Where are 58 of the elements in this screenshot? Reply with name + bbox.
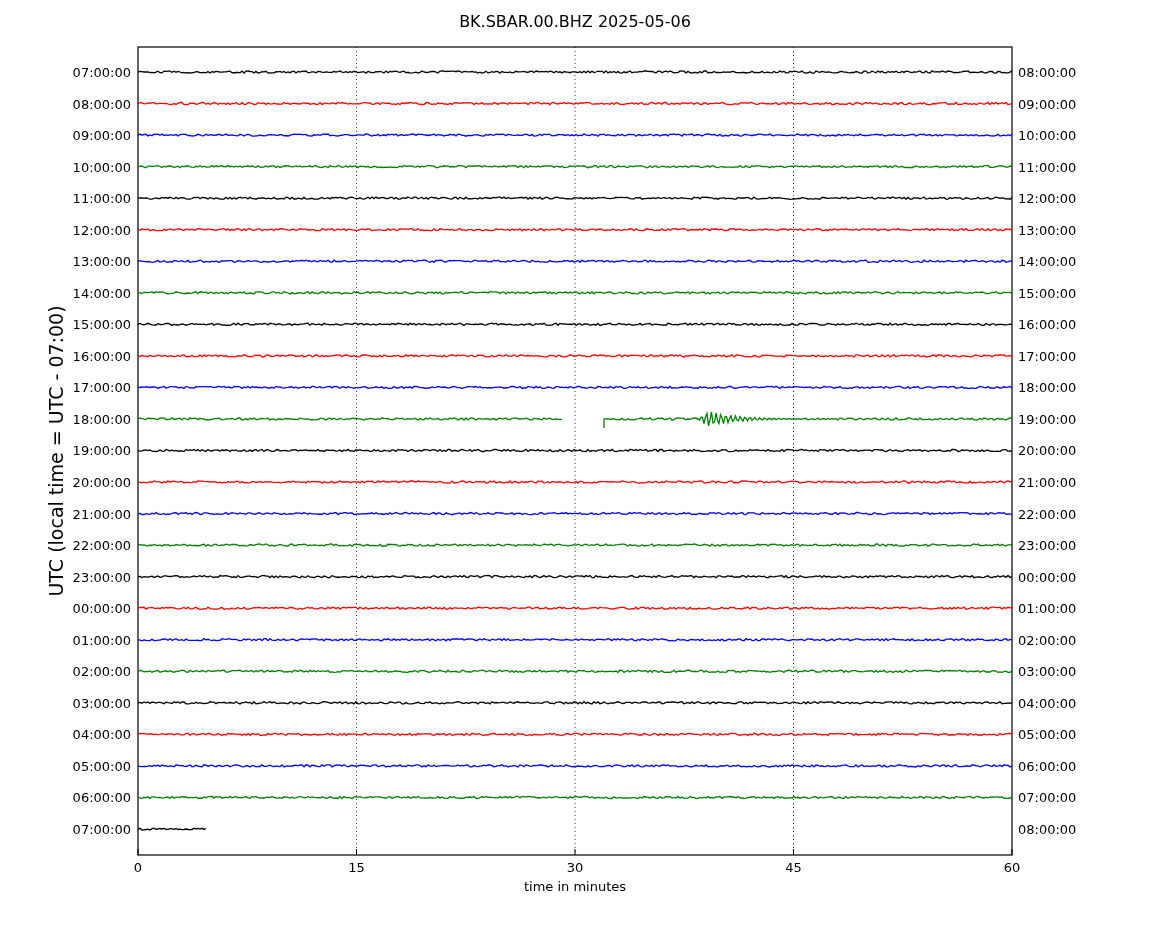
right-tick-label: 06:00:00 <box>1018 758 1077 774</box>
right-tick-label: 07:00:00 <box>1018 790 1077 806</box>
y-tick-label: 19:00:00 <box>72 443 131 459</box>
y-tick-label: 00:00:00 <box>72 601 131 617</box>
right-tick-label: 02:00:00 <box>1018 632 1077 648</box>
chart-title: BK.SBAR.00.BHZ 2025-05-06 <box>459 12 691 31</box>
right-tick-label: 19:00:00 <box>1018 411 1077 427</box>
y-axis-label: UTC (local time = UTC - 07:00) <box>45 305 67 597</box>
y-tick-label: 02:00:00 <box>72 664 131 680</box>
right-tick-label: 12:00:00 <box>1018 191 1077 207</box>
right-tick-label: 18:00:00 <box>1018 380 1077 396</box>
y-tick-label: 05:00:00 <box>72 758 131 774</box>
y-tick-label: 01:00:00 <box>72 632 131 648</box>
right-tick-label: 11:00:00 <box>1018 159 1077 175</box>
right-tick-label: 21:00:00 <box>1018 475 1077 490</box>
right-tick-label: 09:00:00 <box>1018 96 1077 112</box>
right-tick-label: 08:00:00 <box>1018 65 1077 80</box>
y-tick-label: 11:00:00 <box>72 191 131 207</box>
right-tick-label: 16:00:00 <box>1018 317 1077 333</box>
x-tick-label: 0 <box>133 860 143 875</box>
y-tick-label: 21:00:00 <box>72 506 131 522</box>
y-tick-label: 13:00:00 <box>72 254 131 270</box>
x-tick-label: 15 <box>348 860 365 875</box>
x-axis-label: time in minutes <box>523 879 627 894</box>
y-tick-label: 07:00:00 <box>72 821 131 837</box>
right-tick-label: 04:00:00 <box>1018 695 1077 711</box>
x-tick-label: 60 <box>1003 860 1021 875</box>
y-tick-label: 14:00:00 <box>72 285 131 301</box>
right-tick-label: 15:00:00 <box>1018 285 1077 301</box>
right-tick-label: 14:00:00 <box>1018 254 1077 270</box>
right-tick-label: 05:00:00 <box>1018 727 1077 743</box>
right-tick-label: 13:00:00 <box>1018 222 1077 238</box>
right-tick-label: 17:00:00 <box>1018 348 1077 364</box>
y-tick-label: 10:00:00 <box>72 159 131 175</box>
right-tick-label: 03:00:00 <box>1018 664 1077 680</box>
y-tick-label: 15:00:00 <box>72 317 131 333</box>
right-tick-label: 20:00:00 <box>1018 443 1077 459</box>
y-tick-label: 09:00:00 <box>72 128 131 144</box>
y-tick-label: 23:00:00 <box>72 569 131 585</box>
right-tick-label: 10:00:00 <box>1018 128 1077 144</box>
right-tick-label: 01:00:00 <box>1018 601 1077 617</box>
y-tick-label: 03:00:00 <box>72 695 131 711</box>
y-tick-label: 06:00:00 <box>72 790 131 806</box>
right-tick-label: 23:00:00 <box>1018 538 1077 554</box>
x-tick-label: 45 <box>785 860 802 875</box>
y-tick-label: 17:00:00 <box>72 380 131 396</box>
right-tick-label: 00:00:00 <box>1018 569 1077 585</box>
y-tick-label: 12:00:00 <box>72 222 131 238</box>
y-tick-label: 16:00:00 <box>72 348 131 364</box>
y-tick-label: 18:00:00 <box>72 411 131 427</box>
right-tick-label: 22:00:00 <box>1018 506 1077 522</box>
y-tick-label: 04:00:00 <box>72 727 131 743</box>
y-tick-label: 22:00:00 <box>72 538 131 554</box>
y-tick-label: 08:00:00 <box>72 96 131 112</box>
y-tick-label: 07:00:00 <box>72 65 131 80</box>
right-tick-label: 08:00:00 <box>1018 821 1077 837</box>
x-tick-label: 30 <box>566 860 584 875</box>
y-tick-label: 20:00:00 <box>72 475 131 490</box>
